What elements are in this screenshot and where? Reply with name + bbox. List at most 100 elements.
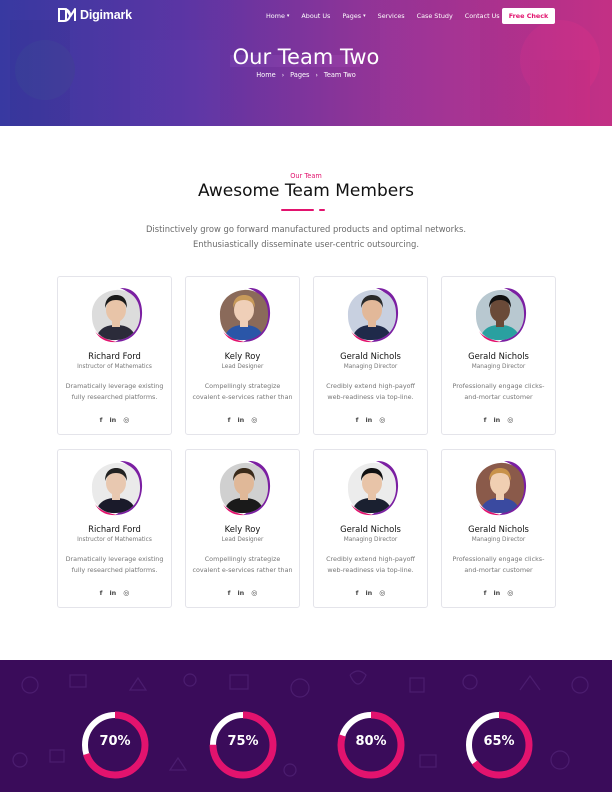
- dribbble-icon[interactable]: ◎: [123, 416, 129, 424]
- dribbble-icon[interactable]: ◎: [251, 589, 257, 597]
- dm-logo-icon: [58, 8, 76, 22]
- breadcrumb: Home › Pages › Team Two: [0, 71, 612, 79]
- chevron-right-icon: ›: [315, 72, 318, 79]
- facebook-icon[interactable]: f: [228, 416, 231, 424]
- stats-section: 70% 75% 80% 65%: [0, 660, 612, 792]
- progress-percent: 80%: [355, 734, 387, 749]
- chevron-right-icon: ›: [281, 72, 285, 79]
- progress-ring: 70%: [80, 710, 150, 780]
- team-card[interactable]: Kely Roy Lead Designer Compellingly strate…: [185, 449, 300, 608]
- member-role: Managing Director: [471, 537, 526, 543]
- nav-item-services[interactable]: Services: [378, 12, 405, 20]
- team-card[interactable]: Gerald Nichols Managing Director Credibly …: [313, 449, 428, 608]
- member-name[interactable]: Gerald Nichols: [442, 524, 555, 534]
- facebook-icon[interactable]: f: [484, 416, 487, 424]
- facebook-icon[interactable]: f: [100, 416, 103, 424]
- team-card[interactable]: Kely Roy Lead Designer Compellingly strate…: [185, 276, 300, 435]
- member-name[interactable]: Gerald Nichols: [314, 351, 427, 361]
- member-bio: Credibly extend high-payoff web-readines…: [326, 555, 415, 574]
- nav-item-about-us[interactable]: About Us: [301, 12, 330, 20]
- nav-item-pages[interactable]: Pages ▾: [342, 12, 365, 20]
- linkedin-icon[interactable]: in: [365, 416, 372, 424]
- team-card[interactable]: Richard Ford Instructor of Mathematics Dra…: [57, 276, 172, 435]
- member-role: Managing Director: [343, 364, 398, 370]
- dribbble-icon[interactable]: ◎: [379, 589, 385, 597]
- facebook-icon[interactable]: f: [228, 589, 231, 597]
- social-links: f in ◎: [442, 589, 555, 597]
- member-bio: Credibly extend high-payoff web-readines…: [326, 382, 415, 401]
- progress-percent: 70%: [99, 734, 131, 749]
- member-photo: [345, 460, 399, 516]
- member-photo: [345, 287, 399, 343]
- linkedin-icon[interactable]: in: [493, 589, 500, 597]
- linkedin-icon[interactable]: in: [493, 416, 500, 424]
- social-links: f in ◎: [186, 589, 299, 597]
- member-bio: Compellingly strategize covalent e-servi…: [192, 382, 293, 401]
- member-name[interactable]: Kely Roy: [186, 351, 299, 361]
- member-role: Managing Director: [343, 537, 398, 543]
- team-card[interactable]: Gerald Nichols Managing Director Professio…: [441, 449, 556, 608]
- facebook-icon[interactable]: f: [356, 416, 359, 424]
- main-nav: Home ▾ About Us Pages ▾ Services Case Stud…: [266, 12, 512, 20]
- dribbble-icon[interactable]: ◎: [123, 589, 129, 597]
- page-title: Our Team Two: [232, 45, 380, 69]
- facebook-icon[interactable]: f: [484, 589, 487, 597]
- nav-item-contact-us[interactable]: Contact Us: [465, 12, 500, 20]
- page-header: Digimark Home ▾ About Us Pages ▾ Services …: [0, 0, 612, 126]
- member-bio: Compellingly strategize covalent e-servi…: [192, 555, 293, 574]
- linkedin-icon[interactable]: in: [109, 416, 116, 424]
- section-eyebrow: Our Team: [290, 172, 322, 180]
- nav-item-case-study[interactable]: Case Study: [417, 12, 453, 20]
- member-bio: Professionally engage clicks-and-mortar …: [452, 555, 545, 574]
- breadcrumb-home[interactable]: Home: [256, 71, 275, 79]
- linkedin-icon[interactable]: in: [109, 589, 116, 597]
- member-photo: [473, 460, 527, 516]
- member-name[interactable]: Richard Ford: [58, 524, 171, 534]
- member-bio: Dramatically leverage existing fully res…: [65, 555, 164, 574]
- member-photo: [217, 287, 271, 343]
- social-links: f in ◎: [314, 416, 427, 424]
- progress-ring: 75%: [208, 710, 278, 780]
- facebook-icon[interactable]: f: [100, 589, 103, 597]
- member-photo: [217, 460, 271, 516]
- linkedin-icon[interactable]: in: [237, 416, 244, 424]
- member-role: Lead Designer: [221, 364, 264, 370]
- dribbble-icon[interactable]: ◎: [507, 416, 513, 424]
- member-photo: [89, 460, 143, 516]
- member-bio: Professionally engage clicks-and-mortar …: [452, 382, 545, 401]
- member-role: Instructor of Mathematics: [77, 537, 152, 543]
- dribbble-icon[interactable]: ◎: [251, 416, 257, 424]
- member-role: Instructor of Mathematics: [77, 364, 152, 370]
- member-name[interactable]: Richard Ford: [58, 351, 171, 361]
- nav-item-home[interactable]: Home ▾: [266, 12, 289, 20]
- progress-percent: 65%: [483, 734, 515, 749]
- section-lead: Distinctively grow go forward manufactur…: [145, 224, 466, 249]
- facebook-icon[interactable]: f: [356, 589, 359, 597]
- member-name[interactable]: Kely Roy: [186, 524, 299, 534]
- chevron-down-icon: ▾: [286, 13, 290, 19]
- breadcrumb-pages[interactable]: Pages: [290, 71, 309, 79]
- member-bio: Dramatically leverage existing fully res…: [65, 382, 164, 401]
- member-name[interactable]: Gerald Nichols: [442, 351, 555, 361]
- breadcrumb-current: Team Two: [323, 71, 356, 79]
- member-photo: [89, 287, 143, 343]
- free-check-button[interactable]: Free Check: [502, 8, 555, 24]
- site-logo[interactable]: Digimark: [58, 8, 132, 22]
- progress-ring: 65%: [464, 710, 534, 780]
- progress-ring: 80%: [336, 710, 406, 780]
- section-title: Awesome Team Members: [197, 181, 415, 201]
- social-links: f in ◎: [186, 416, 299, 424]
- member-role: Lead Designer: [221, 537, 264, 543]
- dribbble-icon[interactable]: ◎: [507, 589, 513, 597]
- dribbble-icon[interactable]: ◎: [379, 416, 385, 424]
- linkedin-icon[interactable]: in: [365, 589, 372, 597]
- linkedin-icon[interactable]: in: [237, 589, 244, 597]
- team-card[interactable]: Gerald Nichols Managing Director Professio…: [441, 276, 556, 435]
- member-name[interactable]: Gerald Nichols: [314, 524, 427, 534]
- team-card[interactable]: Gerald Nichols Managing Director Credibly …: [313, 276, 428, 435]
- social-links: f in ◎: [314, 589, 427, 597]
- member-photo: [473, 287, 527, 343]
- member-role: Managing Director: [471, 364, 526, 370]
- team-card[interactable]: Richard Ford Instructor of Mathematics Dra…: [57, 449, 172, 608]
- social-links: f in ◎: [58, 589, 171, 597]
